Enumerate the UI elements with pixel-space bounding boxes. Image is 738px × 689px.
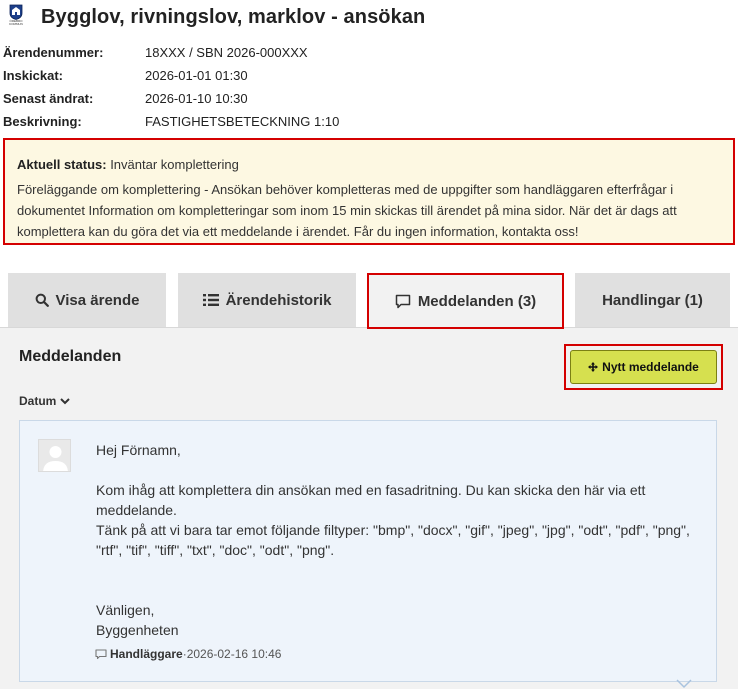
status-label: Aktuell status: — [17, 157, 107, 172]
description-label: Beskrivning: — [3, 114, 82, 129]
tab-view-case[interactable]: Visa ärende — [8, 273, 166, 327]
case-number-value: 18XXX / SBN 2026-000XXX — [145, 45, 308, 60]
message-sender: Handläggare — [110, 647, 183, 661]
tab-documents[interactable]: Handlingar (1) — [575, 273, 730, 327]
case-number-label: Ärendenummer: — [3, 45, 104, 60]
submitted-row: Inskickat: 2026-01-01 01:30 — [3, 68, 339, 91]
sort-by-date[interactable]: Datum — [19, 394, 71, 408]
page-title: Bygglov, rivningslov, marklov - ansökan — [41, 5, 426, 28]
status-notice: Aktuell status: Inväntar komplettering F… — [3, 138, 735, 245]
submitted-label: Inskickat: — [3, 68, 63, 83]
list-icon — [202, 293, 219, 307]
status-description: Föreläggande om komplettering - Ansökan … — [17, 182, 677, 239]
description-row: Beskrivning: FASTIGHETSBETECKNING 1:10 — [3, 114, 339, 137]
chevron-down-icon — [60, 397, 71, 405]
move-icon — [588, 362, 599, 372]
message-card: Hej Förnamn, Kom ihåg att komplettera di… — [19, 420, 717, 682]
last-modified-row: Senast ändrat: 2026-01-10 10:30 — [3, 91, 339, 114]
tab-case-history[interactable]: Ärendehistorik — [178, 273, 356, 327]
messages-heading: Meddelanden — [19, 348, 122, 365]
submitted-value: 2026-01-01 01:30 — [145, 68, 248, 83]
avatar — [38, 439, 71, 472]
message-timestamp: 2026-02-16 10:46 — [186, 647, 282, 661]
logo-text-bottom: KOMMUN — [9, 22, 23, 26]
scroll-down-chevron-icon[interactable] — [675, 679, 693, 689]
tab-view-case-label: Visa ärende — [55, 291, 140, 309]
comment-icon — [95, 648, 107, 660]
status-value: Inväntar komplettering — [106, 157, 239, 172]
status-line: Aktuell status: Inväntar komplettering — [17, 154, 721, 175]
case-number-row: Ärendenummer: 18XXX / SBN 2026-000XXX — [3, 45, 339, 68]
new-message-button[interactable]: Nytt meddelande — [570, 350, 717, 384]
tab-case-history-label: Ärendehistorik — [225, 291, 332, 309]
message-body: Hej Förnamn, Kom ihåg att komplettera di… — [96, 442, 690, 638]
search-icon — [35, 293, 49, 307]
speech-bubble-icon — [395, 294, 411, 309]
tab-messages-label: Meddelanden (3) — [417, 292, 537, 310]
sort-label: Datum — [19, 394, 57, 408]
last-modified-label: Senast ändrat: — [3, 91, 94, 106]
new-message-label: Nytt meddelande — [602, 360, 699, 374]
last-modified-value: 2026-01-10 10:30 — [145, 91, 248, 106]
description-value: FASTIGHETSBETECKNING 1:10 — [145, 114, 340, 129]
tab-documents-label: Handlingar (1) — [602, 291, 703, 309]
new-message-highlight: Nytt meddelande — [564, 344, 723, 390]
message-footer: Handläggare · 2026-02-16 10:46 — [95, 647, 281, 661]
tab-messages[interactable]: Meddelanden (3) — [367, 273, 564, 329]
municipality-logo: ÖREBRO KOMMUN — [3, 4, 29, 30]
case-details: Ärendenummer: 18XXX / SBN 2026-000XXX In… — [3, 45, 339, 137]
page-header: ÖREBRO KOMMUN Bygglov, rivningslov, mark… — [3, 3, 425, 31]
